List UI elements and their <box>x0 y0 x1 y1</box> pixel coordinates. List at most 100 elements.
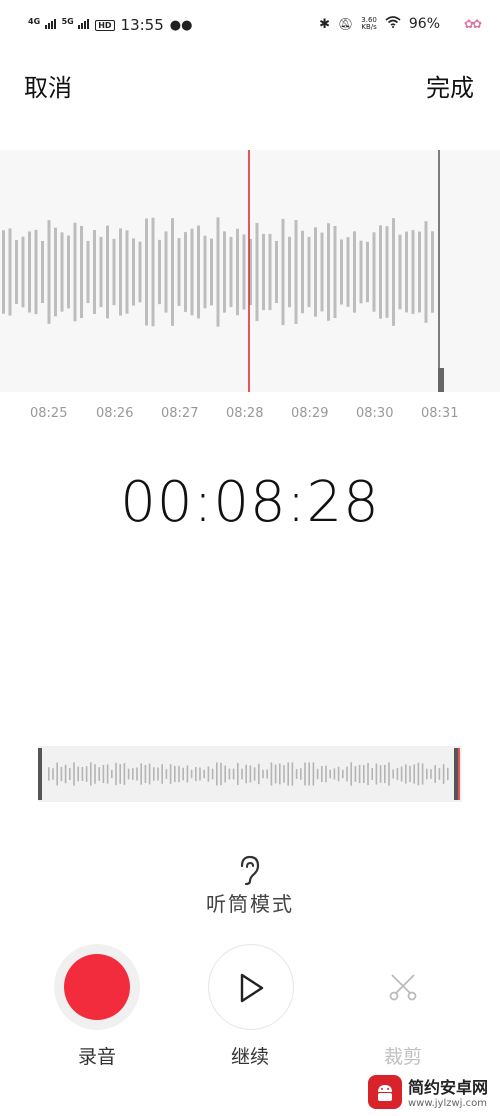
overview-bar <box>127 768 130 780</box>
overview-bar <box>350 762 352 786</box>
waveform-bar <box>99 236 103 308</box>
overview-bar <box>237 762 239 786</box>
waveform-bar <box>359 240 363 304</box>
overview-bar <box>102 764 105 784</box>
record-dot-icon <box>64 954 130 1020</box>
overview-bar <box>329 769 331 779</box>
overview-bar <box>295 769 298 779</box>
overview-bar <box>169 764 172 784</box>
waveform-bar <box>379 225 382 319</box>
record-button[interactable] <box>54 944 140 1030</box>
overview-bar <box>157 767 159 781</box>
status-bar: 4G 5G HD 13:55 ●● ✱ 🔕︎ 3.60 KB/s 96% ✿✿ <box>0 0 500 52</box>
waveform-bar <box>8 228 12 316</box>
waveform-bar <box>41 240 44 304</box>
waveform-bar <box>138 241 142 303</box>
waveform-bar <box>307 236 311 308</box>
overview-bar <box>64 764 67 784</box>
overview-bar <box>430 769 432 779</box>
done-button[interactable]: 完成 <box>426 68 474 103</box>
waveform-overview[interactable] <box>38 746 462 802</box>
overview-bar <box>270 762 273 786</box>
overview-bar <box>279 763 281 785</box>
watermark-name: 简约安卓网 <box>407 1078 488 1097</box>
overview-bar <box>316 768 319 780</box>
waveform-bar <box>411 230 415 314</box>
cellular-5g-icon: 5G <box>62 17 90 33</box>
overview-bar <box>396 767 399 781</box>
net-speed-unit: KB/s <box>361 23 377 31</box>
bluetooth-icon: ✱ <box>319 16 331 32</box>
overview-bar <box>220 762 222 786</box>
waveform-bar <box>80 225 83 319</box>
time-tick: 08:30 <box>356 406 394 421</box>
trim-label: 裁剪 <box>383 1046 422 1068</box>
overview-bar <box>132 768 134 780</box>
waveform-bar <box>268 233 272 311</box>
ear-icon[interactable] <box>236 854 264 886</box>
waveform-bar <box>203 235 207 309</box>
cancel-button[interactable]: 取消 <box>24 68 72 103</box>
end-marker-handle[interactable] <box>438 368 444 392</box>
waveform-bar <box>281 218 285 326</box>
record-label: 录音 <box>77 1046 116 1068</box>
overview-bar <box>52 768 54 780</box>
waveform-bar <box>106 225 109 319</box>
continue-button[interactable] <box>208 944 294 1030</box>
continue-label: 继续 <box>230 1046 269 1068</box>
waveform-bar <box>21 236 25 308</box>
waveform-bar <box>294 220 298 324</box>
overview-bar <box>405 764 407 784</box>
wechat-icon: ●● <box>169 17 193 33</box>
overview-bar <box>216 762 218 786</box>
waveform-bar <box>15 239 18 305</box>
overview-left-handle[interactable] <box>38 748 42 800</box>
waveform-bar <box>327 223 330 321</box>
earpiece-mode-label[interactable]: 听筒模式 <box>0 888 500 917</box>
waveform-bar <box>340 239 343 305</box>
overview-bar <box>60 766 63 782</box>
waveform-bar <box>119 228 122 316</box>
waveform-bar <box>216 217 220 327</box>
waveform-bar <box>346 237 350 307</box>
waveform-bar <box>385 226 389 318</box>
overview-bar <box>48 767 50 781</box>
overview-bar <box>413 764 415 784</box>
status-time: 13:55 <box>120 16 164 34</box>
overview-bar <box>371 768 373 780</box>
time-tick: 08:29 <box>291 406 329 421</box>
waveform-bar <box>405 231 408 313</box>
overview-bar <box>337 766 340 782</box>
waveform-bar <box>145 218 148 326</box>
overview-bar <box>346 766 348 782</box>
waveform-bar <box>132 238 135 306</box>
waveform-bar <box>372 232 376 312</box>
time-tick: 08:28 <box>226 406 264 421</box>
net-speed: 3.60 KB/s <box>361 17 377 31</box>
overview-graph <box>38 748 460 800</box>
waveform-bar <box>171 218 174 326</box>
waveform-bar <box>93 230 96 314</box>
play-icon <box>240 973 264 1003</box>
overview-right-handle[interactable] <box>454 748 458 800</box>
mute-icon: 🔕︎ <box>338 17 354 31</box>
overview-bar <box>81 766 84 782</box>
overview-bar <box>144 765 147 783</box>
overview-bar <box>375 763 378 785</box>
overview-bar <box>333 768 336 780</box>
waveform-bar <box>28 231 31 313</box>
waveform-view[interactable] <box>0 150 500 392</box>
overview-bar <box>140 763 142 785</box>
overview-bar <box>363 764 365 784</box>
overview-bar <box>253 767 256 781</box>
overview-bar <box>409 765 411 783</box>
waveform-bar <box>223 231 226 313</box>
overview-bar <box>400 766 403 782</box>
waveform-bar <box>333 226 337 318</box>
overview-bar <box>119 764 121 784</box>
overview-bar <box>249 765 252 783</box>
overview-bar <box>199 767 201 781</box>
time-tick: 08:27 <box>161 406 199 421</box>
trim-button[interactable] <box>360 944 446 1030</box>
status-right: ✱ 🔕︎ 3.60 KB/s 96% <box>319 16 440 32</box>
